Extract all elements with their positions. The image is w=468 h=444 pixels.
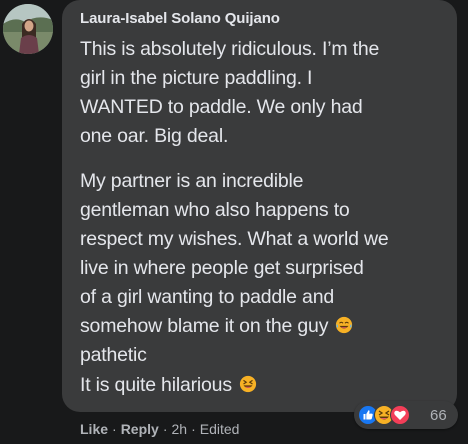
comment-timestamp[interactable]: 2h — [171, 421, 187, 437]
comment-line-text: somehow blame it on the guy — [80, 315, 329, 337]
comment-paragraph-2: My partner is an incredible gentleman wh… — [80, 167, 452, 370]
comment-paragraph-3: It is quite hilarious — [80, 371, 452, 400]
reaction-summary[interactable]: 66 — [354, 401, 458, 429]
avatar[interactable] — [3, 4, 53, 54]
comment-line: girl in the picture paddling. I — [80, 67, 313, 89]
edited-label[interactable]: Edited — [200, 421, 240, 437]
comment-line: respect my wishes. What a world we — [80, 228, 389, 250]
comment-line-with-emoji: somehow blame it on the guy — [80, 312, 452, 341]
comment-line: This is absolutely ridiculous. I’m the — [80, 38, 380, 60]
comment-line: one oar. Big deal. — [80, 125, 229, 147]
comment-line: My partner is an incredible — [80, 170, 304, 192]
comment-line: gentleman who also happens to — [80, 199, 350, 221]
comment-paragraph-1: This is absolutely ridiculous. I’m the g… — [80, 35, 452, 151]
laughing-tears-emoji-icon — [336, 316, 353, 334]
comment-author-name[interactable]: Laura-Isabel Solano Quijano — [80, 10, 280, 27]
comment-line-with-emoji: It is quite hilarious — [80, 371, 452, 400]
separator: · — [162, 421, 168, 437]
comment-line-text: It is quite hilarious — [80, 374, 232, 396]
like-button[interactable]: Like — [80, 421, 108, 437]
comment-line: live in where people get surprised — [80, 257, 364, 279]
comment-line: of a girl wanting to paddle and — [80, 286, 334, 308]
separator: · — [112, 421, 117, 437]
comment-line: pathetic — [80, 344, 147, 366]
comment-line: WANTED to paddle. We only had — [80, 96, 363, 118]
profile-photo-icon — [3, 4, 53, 54]
love-reaction-icon — [390, 405, 410, 425]
comment-actions: Like · Reply · 2h · Edited — [80, 421, 239, 437]
reply-button[interactable]: Reply — [121, 421, 159, 437]
reaction-count: 66 — [430, 407, 447, 424]
separator: · — [191, 421, 196, 437]
grinning-squint-emoji-icon — [240, 375, 257, 393]
